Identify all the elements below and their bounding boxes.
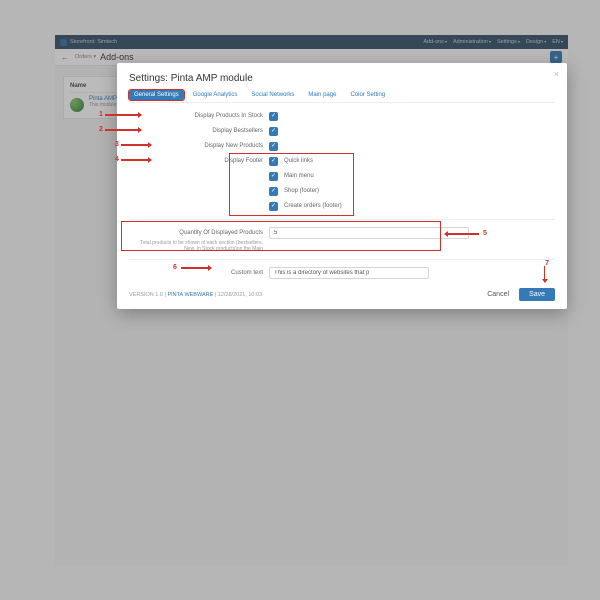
- checkbox-bestsellers[interactable]: [269, 127, 278, 136]
- input-qty[interactable]: [269, 227, 469, 239]
- divider: [129, 219, 555, 220]
- label-qty: Quantity Of Displayed Products: [129, 230, 269, 236]
- footer-opt-mainmenu: Main menu: [284, 173, 314, 179]
- save-button[interactable]: Save: [519, 288, 555, 301]
- tab-color[interactable]: Color Setting: [345, 90, 390, 100]
- checkbox-new-products[interactable]: [269, 142, 278, 151]
- version-date: 12/28/2021, 10:03: [218, 292, 262, 298]
- label-qty-sub: Total products to be shown of each secti…: [129, 240, 269, 252]
- footer-opt-quicklinks: Quick links: [284, 158, 313, 164]
- label-bestsellers: Display Bestsellers: [129, 128, 269, 134]
- tab-mainpage[interactable]: Main page: [303, 90, 341, 100]
- input-custom[interactable]: [269, 267, 429, 279]
- divider-2: [129, 259, 555, 260]
- label-new-products: Display New Products: [129, 143, 269, 149]
- settings-dialog: × Settings: Pinta AMP module General Set…: [117, 63, 567, 309]
- checkbox-footer-orders[interactable]: [269, 202, 278, 211]
- tab-analytics[interactable]: Google Analytics: [188, 90, 243, 100]
- footer-opt-orders: Create orders (footer): [284, 203, 342, 209]
- label-footer: Display Footer: [129, 158, 269, 164]
- checkbox-in-stock[interactable]: [269, 112, 278, 121]
- close-icon[interactable]: ×: [554, 69, 559, 79]
- checkbox-footer-mainmenu[interactable]: [269, 172, 278, 181]
- footer-opt-shop: Shop (footer): [284, 188, 319, 194]
- tab-social[interactable]: Social Networks: [246, 90, 299, 100]
- checkbox-footer-quicklinks[interactable]: [269, 157, 278, 166]
- version-link[interactable]: PINTA WEBWARE: [167, 292, 213, 298]
- version-line: VERSION 1.0 | PINTA WEBWARE | 12/28/2021…: [129, 292, 262, 298]
- dialog-title: Settings: Pinta AMP module: [129, 73, 555, 84]
- dialog-tabs: General Settings Google Analytics Social…: [129, 90, 555, 103]
- label-custom: Custom text: [129, 270, 269, 276]
- checkbox-footer-shop[interactable]: [269, 187, 278, 196]
- tab-general[interactable]: General Settings: [129, 90, 184, 100]
- label-in-stock: Display Products In Stock: [129, 113, 269, 119]
- version-label: VERSION 1.0: [129, 292, 163, 298]
- cancel-button[interactable]: Cancel: [481, 288, 515, 301]
